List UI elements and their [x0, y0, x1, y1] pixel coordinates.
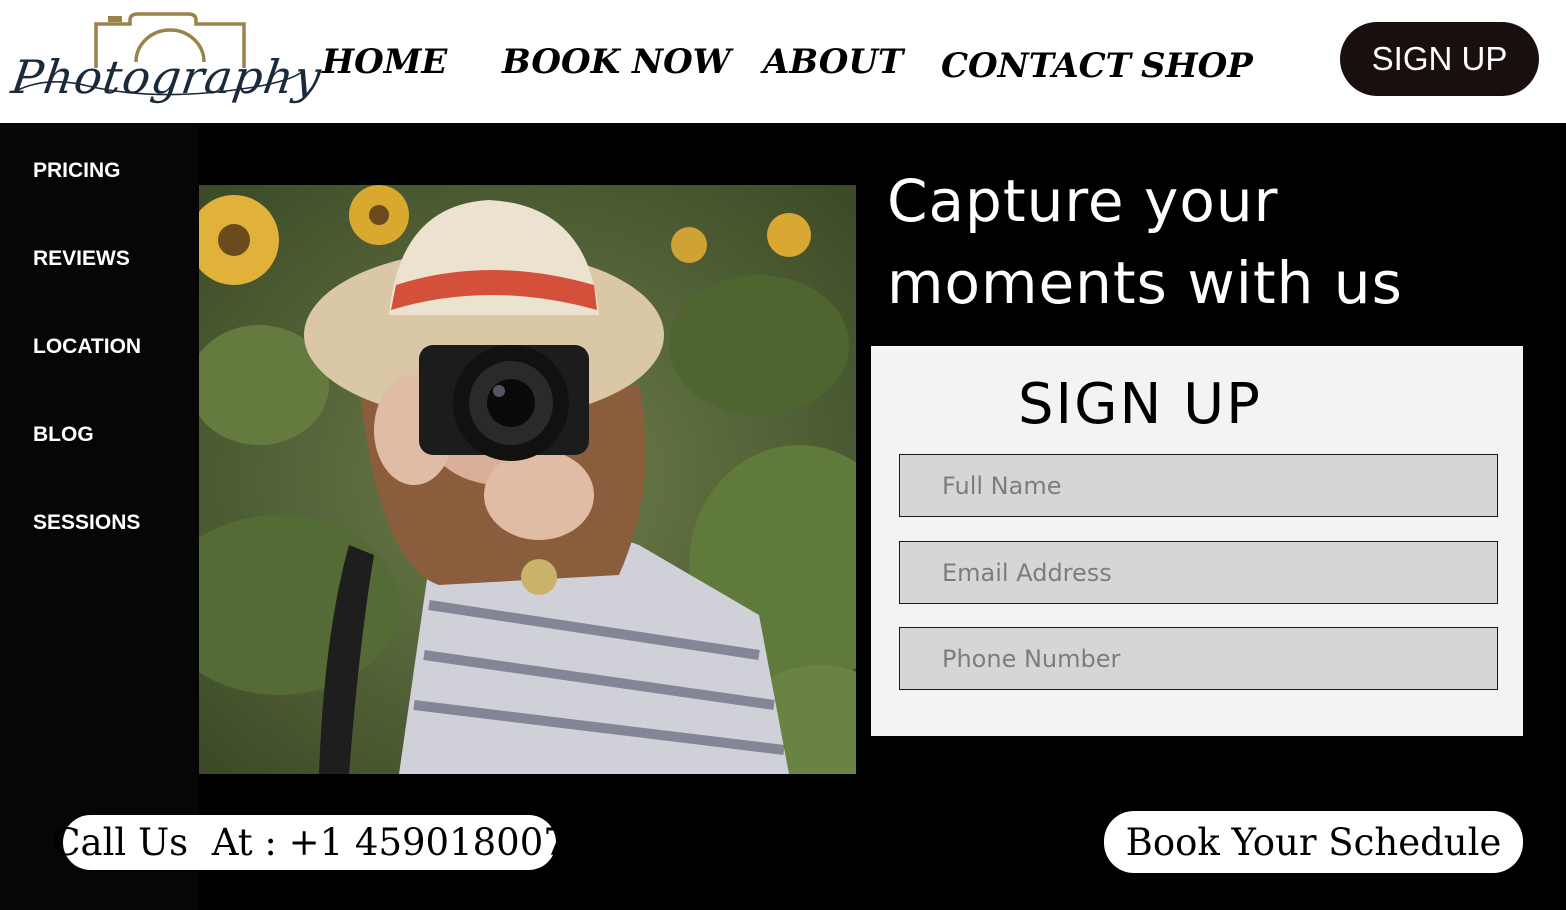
call-us-button[interactable]: Call Us At : +1 459018007	[52, 815, 567, 870]
sidebar-item-sessions[interactable]: SESSIONS	[33, 511, 140, 535]
sidebar-item-pricing[interactable]: PRICING	[33, 159, 121, 183]
full-name-input[interactable]	[899, 454, 1498, 517]
email-address-input[interactable]	[899, 541, 1498, 604]
header-signup-button[interactable]: SIGN UP	[1340, 22, 1539, 96]
sidebar-item-blog[interactable]: BLOG	[33, 423, 94, 447]
headline-line-1: Capture your	[887, 167, 1279, 235]
nav-home[interactable]: HOME	[322, 42, 447, 82]
sidebar-item-location[interactable]: LOCATION	[33, 335, 141, 359]
book-schedule-button[interactable]: Book Your Schedule	[1104, 811, 1523, 873]
site-header: Photography HOME BOOK NOW ABOUT CONTACT …	[0, 0, 1566, 123]
nav-shop[interactable]: SHOP	[1141, 46, 1253, 86]
hero-photo-photographer	[199, 185, 856, 774]
photography-logo[interactable]: Photography	[8, 6, 325, 122]
sidebar-item-reviews[interactable]: REVIEWS	[33, 247, 130, 271]
nav-about[interactable]: ABOUT	[763, 42, 903, 82]
logo-text: Photography	[8, 50, 326, 104]
nav-book-now[interactable]: BOOK NOW	[502, 42, 731, 82]
signup-form-title: SIGN UP	[1018, 372, 1262, 437]
nav-contact[interactable]: CONTACT	[941, 46, 1131, 86]
sidebar: PRICING REVIEWS LOCATION BLOG SESSIONS	[0, 123, 199, 910]
headline-line-2: moments with us	[887, 249, 1403, 317]
phone-number-input[interactable]	[899, 627, 1498, 690]
hero-headline: Capture your moments with us	[887, 160, 1527, 324]
